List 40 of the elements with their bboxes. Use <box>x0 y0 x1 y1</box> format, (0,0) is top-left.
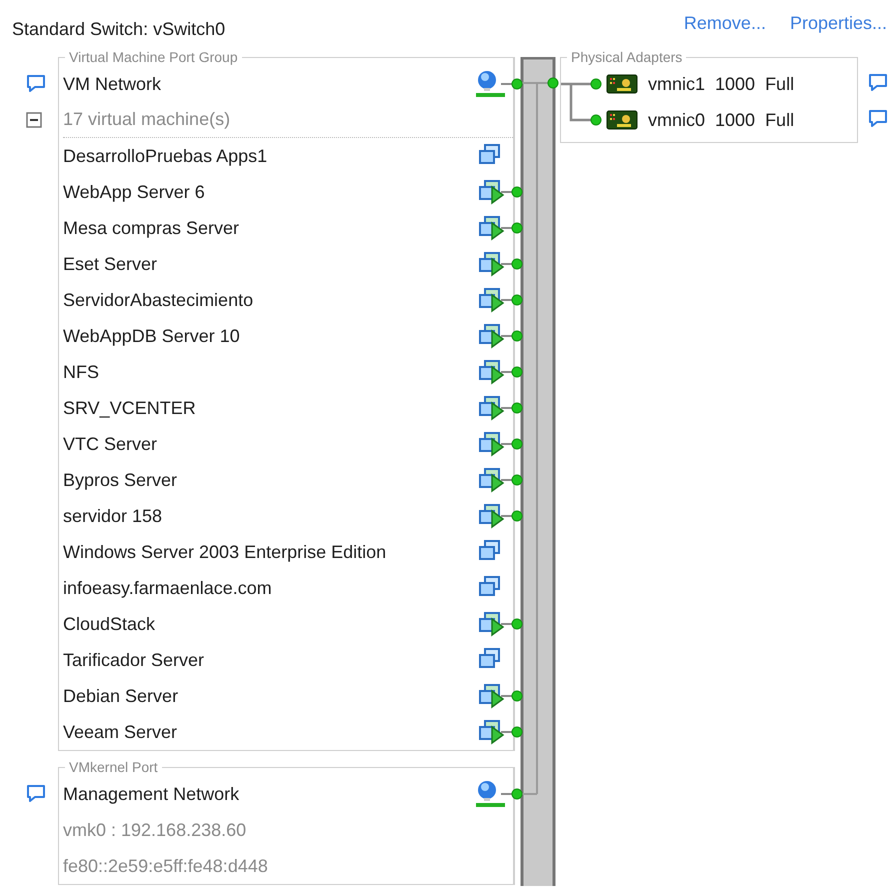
port-group-name: Management Network <box>63 782 240 806</box>
switch-title: Standard Switch: vSwitch0 <box>12 18 226 41</box>
vm-name: Eset Server <box>63 252 158 276</box>
header-link[interactable]: Properties... <box>790 10 887 37</box>
vm-name: CloudStack <box>63 612 156 636</box>
port-detail: vmk0 : 192.168.238.60 <box>63 818 248 842</box>
vm-name: ServidorAbastecimiento <box>63 288 254 312</box>
callout-icon[interactable] <box>868 73 888 93</box>
vm-name: servidor 158 <box>63 504 164 528</box>
adapter-name: vmnic1 <box>648 72 706 96</box>
vm-name: Mesa compras Server <box>63 216 240 240</box>
collapse-icon[interactable] <box>26 112 42 128</box>
header-link[interactable]: Remove... <box>684 10 766 37</box>
callout-icon[interactable] <box>868 109 888 129</box>
vm-name: Tarificador Server <box>63 648 206 672</box>
vm-name: Bypros Server <box>63 468 178 492</box>
callout-icon[interactable] <box>26 784 46 804</box>
port-group-name: VM Network <box>63 72 162 96</box>
adapter-name: vmnic0 <box>648 108 706 132</box>
network-adapter-icon <box>475 780 505 808</box>
adapter-speed: 1000 <box>715 72 756 96</box>
vm-name: VTC Server <box>63 432 158 456</box>
network-adapter-icon <box>475 70 505 98</box>
vm-count: 17 virtual machine(s) <box>63 108 232 131</box>
vm-name: DesarrolloPruebas Apps1 <box>63 144 268 168</box>
vm-name: infoeasy.farmaenlace.com <box>63 576 273 600</box>
network-card-icon <box>606 109 638 131</box>
adapter-duplex: Full <box>765 108 794 132</box>
vm-name: Debian Server <box>63 684 180 708</box>
vm-name: WebAppDB Server 10 <box>63 324 241 348</box>
adapter-speed: 1000 <box>715 108 756 132</box>
vm-name: WebApp Server 6 <box>63 180 206 204</box>
network-card-icon <box>606 73 638 95</box>
adapter-duplex: Full <box>765 72 794 96</box>
vm-name: SRV_VCENTER <box>63 396 197 420</box>
vm-name: NFS <box>63 360 100 384</box>
port-detail: fe80::2e59:e5ff:fe48:d448 <box>63 854 269 878</box>
vm-name: Windows Server 2003 Enterprise Edition <box>63 540 388 564</box>
callout-icon[interactable] <box>26 74 46 94</box>
vm-name: Veeam Server <box>63 720 178 744</box>
